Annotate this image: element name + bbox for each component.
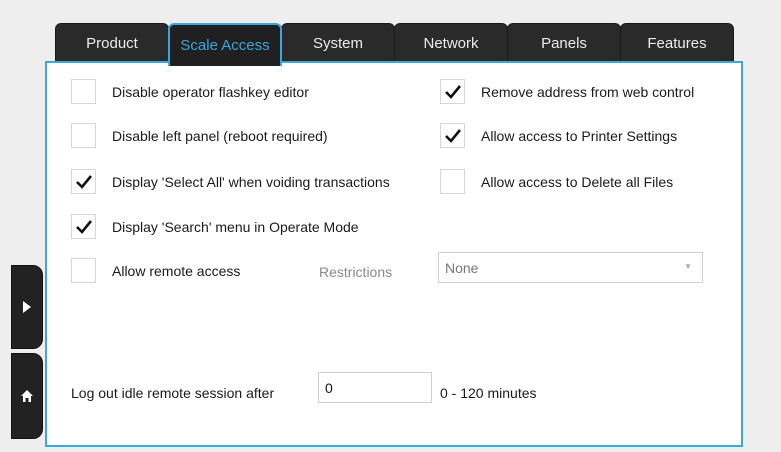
checkbox-disable-flashkey-editor[interactable] [71,79,96,104]
play-arrow-icon [23,301,31,313]
restrictions-label: Restrictions [319,264,393,280]
option-label: Allow access to Printer Settings [481,127,678,144]
option-disable-left-panel: Disable left panel (reboot required) [71,123,328,148]
checkmark-icon [444,84,461,99]
checkbox-display-search-menu[interactable] [71,214,96,239]
checkmark-icon [444,128,461,143]
idle-logout-label: Log out idle remote session after [71,385,275,401]
checkbox-delete-all-files[interactable] [440,169,465,194]
checkbox-remove-address[interactable] [440,79,465,104]
idle-logout-value: 0 [325,379,333,396]
checkbox-disable-left-panel[interactable] [71,123,96,148]
checkmark-icon [75,219,92,234]
option-display-select-all: Display 'Select All' when voiding transa… [71,169,390,194]
idle-logout-range: 0 - 120 minutes [440,385,537,401]
chevron-down-icon: ▼ [684,262,692,271]
home-tab[interactable] [11,353,43,439]
idle-logout-input[interactable]: 0 [318,372,432,403]
scale-access-panel: Disable operator flashkey editor Disable… [45,61,743,447]
checkmark-icon [75,174,92,189]
tab-product[interactable]: Product [55,23,169,64]
expand-panel-tab[interactable] [11,265,43,349]
tab-features[interactable]: Features [620,23,734,64]
tab-system[interactable]: System [281,23,395,64]
checkbox-display-select-all[interactable] [71,169,96,194]
option-label: Display 'Select All' when voiding transa… [112,173,390,190]
option-label: Disable operator flashkey editor [112,83,309,100]
option-delete-all-files: Allow access to Delete all Files [440,169,673,194]
option-display-search-menu: Display 'Search' menu in Operate Mode [71,214,359,239]
checkbox-printer-settings[interactable] [440,123,465,148]
option-label: Remove address from web control [481,83,695,100]
restrictions-dropdown[interactable]: None ▼ [438,252,703,283]
option-label: Display 'Search' menu in Operate Mode [112,218,359,235]
tab-bar: Product Scale Access System Network Pane… [55,23,737,66]
restrictions-value: None [445,259,479,276]
option-label: Allow remote access [112,262,241,279]
tab-panels[interactable]: Panels [507,23,621,64]
option-remove-address: Remove address from web control [440,79,694,104]
checkbox-allow-remote-access[interactable] [71,258,96,283]
tab-network[interactable]: Network [394,23,508,64]
home-icon [21,390,33,402]
option-label: Allow access to Delete all Files [481,173,674,190]
tab-scale-access[interactable]: Scale Access [168,23,282,66]
option-printer-settings: Allow access to Printer Settings [440,123,677,148]
option-disable-flashkey-editor: Disable operator flashkey editor [71,79,309,104]
option-allow-remote-access: Allow remote access [71,258,240,283]
option-label: Disable left panel (reboot required) [112,127,328,144]
